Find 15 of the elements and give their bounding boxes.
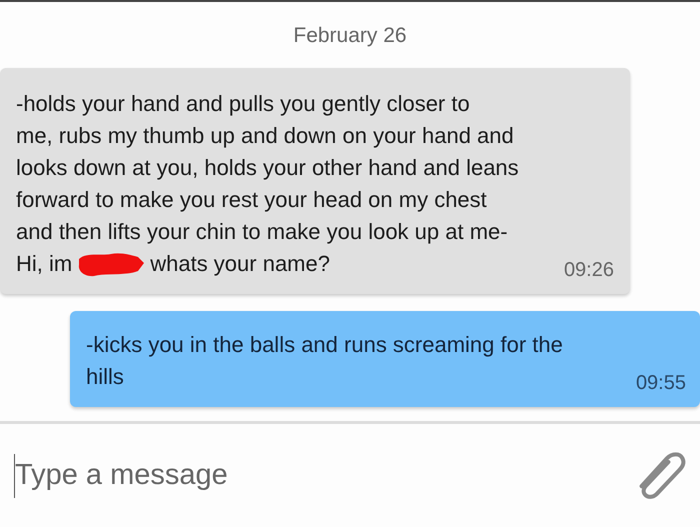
- message-time: 09:26: [564, 259, 614, 282]
- date-label: February 26: [293, 24, 407, 49]
- message-text: me, rubs my thumb up and down on your hand and: [16, 123, 514, 149]
- text-cursor: [14, 454, 15, 498]
- redaction-mark: [76, 251, 146, 277]
- message-text: forward to make you rest your head on my chest: [16, 187, 487, 213]
- message-input-field[interactable]: Type a message: [15, 459, 415, 492]
- message-text: -kicks you in the balls and runs screaming for the: [86, 332, 563, 358]
- message-text: and then lifts your chin to make you look up at me-: [16, 219, 508, 245]
- message-time: 09:55: [636, 372, 686, 395]
- message-text: hills: [86, 364, 124, 390]
- message-text: whats your name?: [150, 251, 330, 277]
- message-text: looks down at you, holds your other hand and leans: [16, 155, 519, 181]
- message-text: -holds your hand and pulls you gently closer to: [16, 91, 470, 117]
- message-text: Hi, im: [16, 251, 72, 277]
